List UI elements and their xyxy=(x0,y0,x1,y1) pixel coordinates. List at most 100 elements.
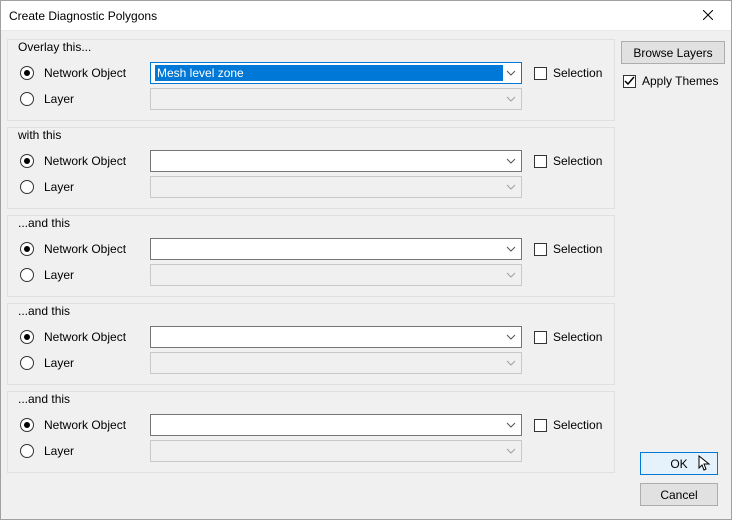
radio-layer[interactable] xyxy=(20,92,34,106)
content-area: Overlay this... Network Object Mesh leve… xyxy=(1,31,731,519)
radio-layer-wrap[interactable]: Layer xyxy=(16,356,142,370)
radio-network-object-wrap[interactable]: Network Object xyxy=(16,330,142,344)
chevron-down-icon xyxy=(503,184,519,190)
main-column: Overlay this... Network Object Mesh leve… xyxy=(7,39,615,511)
radio-network-object-wrap[interactable]: Network Object xyxy=(16,418,142,432)
radio-layer-wrap[interactable]: Layer xyxy=(16,268,142,282)
check-selection[interactable] xyxy=(534,419,547,432)
radio-network-object-label: Network Object xyxy=(44,330,126,344)
check-selection[interactable] xyxy=(534,155,547,168)
row-network-object: Network Object Mesh level zone Selection xyxy=(16,60,606,86)
action-buttons: OK Cancel xyxy=(640,452,718,506)
group-and-this-2: ...and this Network Object Selection xyxy=(7,303,615,385)
radio-layer[interactable] xyxy=(20,268,34,282)
combo-layer xyxy=(150,176,522,198)
row-network-object: Network Object Selection xyxy=(16,412,606,438)
close-button[interactable] xyxy=(685,1,731,31)
combo-layer xyxy=(150,264,522,286)
radio-layer[interactable] xyxy=(20,180,34,194)
row-layer: Layer xyxy=(16,86,606,112)
radio-layer-wrap[interactable]: Layer xyxy=(16,92,142,106)
radio-layer-label: Layer xyxy=(44,180,74,194)
combo-network-object[interactable] xyxy=(150,414,522,436)
check-selection-label: Selection xyxy=(553,66,602,80)
check-selection-label: Selection xyxy=(553,418,602,432)
row-layer: Layer xyxy=(16,350,606,376)
group-overlay-this: Overlay this... Network Object Mesh leve… xyxy=(7,39,615,121)
radio-network-object[interactable] xyxy=(20,66,34,80)
chevron-down-icon xyxy=(503,70,519,76)
radio-layer[interactable] xyxy=(20,356,34,370)
group-with-this: with this Network Object Selection xyxy=(7,127,615,209)
check-selection-wrap[interactable]: Selection xyxy=(530,330,606,344)
browse-layers-button[interactable]: Browse Layers xyxy=(621,41,725,64)
radio-network-object[interactable] xyxy=(20,154,34,168)
check-selection-wrap[interactable]: Selection xyxy=(530,66,606,80)
chevron-down-icon xyxy=(503,360,519,366)
row-network-object: Network Object Selection xyxy=(16,148,606,174)
combo-network-object[interactable] xyxy=(150,326,522,348)
check-selection-wrap[interactable]: Selection xyxy=(530,242,606,256)
radio-layer-wrap[interactable]: Layer xyxy=(16,444,142,458)
group-and-this-1: ...and this Network Object Selection xyxy=(7,215,615,297)
check-selection[interactable] xyxy=(534,331,547,344)
check-selection-label: Selection xyxy=(553,242,602,256)
group-legend: ...and this xyxy=(16,216,72,230)
radio-layer-wrap[interactable]: Layer xyxy=(16,180,142,194)
chevron-down-icon xyxy=(503,96,519,102)
check-selection[interactable] xyxy=(534,67,547,80)
title-bar: Create Diagnostic Polygons xyxy=(1,1,731,31)
radio-network-object-label: Network Object xyxy=(44,418,126,432)
chevron-down-icon xyxy=(503,158,519,164)
radio-layer-label: Layer xyxy=(44,444,74,458)
radio-network-object[interactable] xyxy=(20,242,34,256)
combo-network-object-value: Mesh level zone xyxy=(155,65,503,81)
radio-network-object-label: Network Object xyxy=(44,154,126,168)
chevron-down-icon xyxy=(503,334,519,340)
combo-layer xyxy=(150,88,522,110)
radio-network-object-wrap[interactable]: Network Object xyxy=(16,242,142,256)
chevron-down-icon xyxy=(503,422,519,428)
side-column: Browse Layers Apply Themes xyxy=(621,39,725,511)
check-selection-wrap[interactable]: Selection xyxy=(530,418,606,432)
radio-layer[interactable] xyxy=(20,444,34,458)
check-apply-themes[interactable] xyxy=(623,75,636,88)
chevron-down-icon xyxy=(503,246,519,252)
check-selection-label: Selection xyxy=(553,330,602,344)
radio-network-object[interactable] xyxy=(20,418,34,432)
chevron-down-icon xyxy=(503,272,519,278)
radio-network-object-label: Network Object xyxy=(44,242,126,256)
check-selection[interactable] xyxy=(534,243,547,256)
check-selection-wrap[interactable]: Selection xyxy=(530,154,606,168)
apply-themes-wrap[interactable]: Apply Themes xyxy=(621,74,725,88)
radio-network-object-wrap[interactable]: Network Object xyxy=(16,154,142,168)
dialog-window: Create Diagnostic Polygons Overlay this.… xyxy=(0,0,732,520)
group-legend: Overlay this... xyxy=(16,40,93,54)
group-and-this-3: ...and this Network Object Selection xyxy=(7,391,615,473)
row-layer: Layer xyxy=(16,174,606,200)
group-legend: with this xyxy=(16,128,63,142)
ok-button[interactable]: OK xyxy=(640,452,718,475)
combo-layer xyxy=(150,352,522,374)
radio-network-object-label: Network Object xyxy=(44,66,126,80)
radio-network-object-wrap[interactable]: Network Object xyxy=(16,66,142,80)
chevron-down-icon xyxy=(503,448,519,454)
radio-layer-label: Layer xyxy=(44,356,74,370)
group-legend: ...and this xyxy=(16,304,72,318)
radio-layer-label: Layer xyxy=(44,92,74,106)
window-title: Create Diagnostic Polygons xyxy=(9,9,157,23)
cancel-button[interactable]: Cancel xyxy=(640,483,718,506)
combo-network-object[interactable] xyxy=(150,238,522,260)
combo-layer xyxy=(150,440,522,462)
group-legend: ...and this xyxy=(16,392,72,406)
row-layer: Layer xyxy=(16,262,606,288)
combo-network-object[interactable] xyxy=(150,150,522,172)
radio-network-object[interactable] xyxy=(20,330,34,344)
row-network-object: Network Object Selection xyxy=(16,324,606,350)
combo-network-object[interactable]: Mesh level zone xyxy=(150,62,522,84)
radio-layer-label: Layer xyxy=(44,268,74,282)
check-selection-label: Selection xyxy=(553,154,602,168)
row-network-object: Network Object Selection xyxy=(16,236,606,262)
row-layer: Layer xyxy=(16,438,606,464)
close-icon xyxy=(703,9,713,23)
